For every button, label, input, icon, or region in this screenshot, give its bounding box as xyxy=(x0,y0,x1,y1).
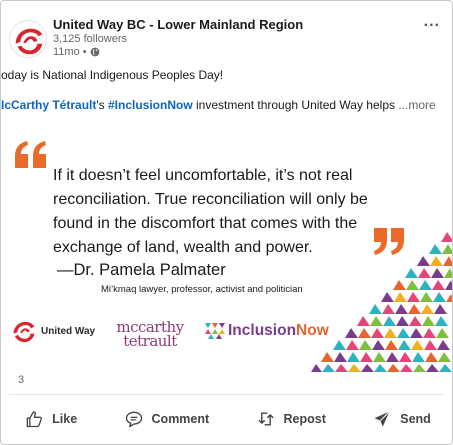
post-text-continuation: investment through United Way helps xyxy=(192,98,399,112)
possessive-text: 's xyxy=(96,98,108,112)
united-way-mark-icon xyxy=(13,321,35,343)
triangle-pattern-decoration xyxy=(311,232,452,372)
quote-author-role: Mi’kmaq lawyer, professor, activist and … xyxy=(101,284,303,295)
united-way-logo: United Way xyxy=(11,318,95,344)
see-more-button[interactable]: ...more xyxy=(398,98,435,112)
author-name[interactable]: United Way BC - Lower Mainland Region xyxy=(53,17,303,32)
feed-post-card: United Way BC - Lower Mainland Region 3,… xyxy=(0,0,453,445)
post-age: 11mo • xyxy=(53,46,100,58)
reaction-summary[interactable]: 3 xyxy=(7,374,24,386)
like-label: Like xyxy=(52,412,78,426)
comment-icon xyxy=(125,411,142,428)
united-way-avatar[interactable] xyxy=(9,20,47,58)
inclusion-now-mark-icon xyxy=(205,323,225,339)
more-horizontal-icon[interactable]: ... xyxy=(424,13,440,31)
comment-label: Comment xyxy=(151,412,210,426)
send-label: Send xyxy=(400,412,431,426)
quote-attribution: —Dr. Pamela Palmater xyxy=(57,261,226,279)
like-button[interactable]: Like xyxy=(16,403,85,435)
thumbs-up-icon xyxy=(26,411,43,428)
repost-button[interactable]: Repost xyxy=(248,403,334,435)
united-way-wordmark: United Way xyxy=(41,325,96,337)
globe-icon xyxy=(90,47,99,57)
like-reaction-icon xyxy=(7,374,16,386)
send-icon xyxy=(374,411,391,427)
post-text-line-2: IcCarthy Tétrault's #InclusionNow invest… xyxy=(1,98,452,112)
action-bar-divider xyxy=(9,394,444,395)
post-age-text: 11mo • xyxy=(53,46,87,58)
open-quote-icon xyxy=(15,141,46,168)
comment-button[interactable]: Comment xyxy=(116,403,218,435)
hashtag-link[interactable]: #InclusionNow xyxy=(108,98,193,112)
send-button[interactable]: Send xyxy=(364,403,439,435)
follower-count: 3,125 followers xyxy=(53,33,127,45)
mccarthy-tetrault-logo: mccarthy tetrault xyxy=(115,320,185,350)
repost-label: Repost xyxy=(283,412,326,426)
mccarthy-wordmark-line-2: tetrault xyxy=(123,332,177,350)
reaction-count: 3 xyxy=(18,374,25,386)
inclusion-wordmark: Inclusion xyxy=(228,322,297,339)
post-text-line-1: oday is National Indigenous Peoples Day! xyxy=(1,68,224,82)
company-mention-link[interactable]: IcCarthy Tétrault xyxy=(1,98,96,112)
repost-icon xyxy=(258,412,273,426)
post-action-bar: Like Comment Repost Send xyxy=(1,399,452,439)
post-image[interactable]: If it doesn’t feel uncomfortable, it’s n… xyxy=(1,132,452,372)
